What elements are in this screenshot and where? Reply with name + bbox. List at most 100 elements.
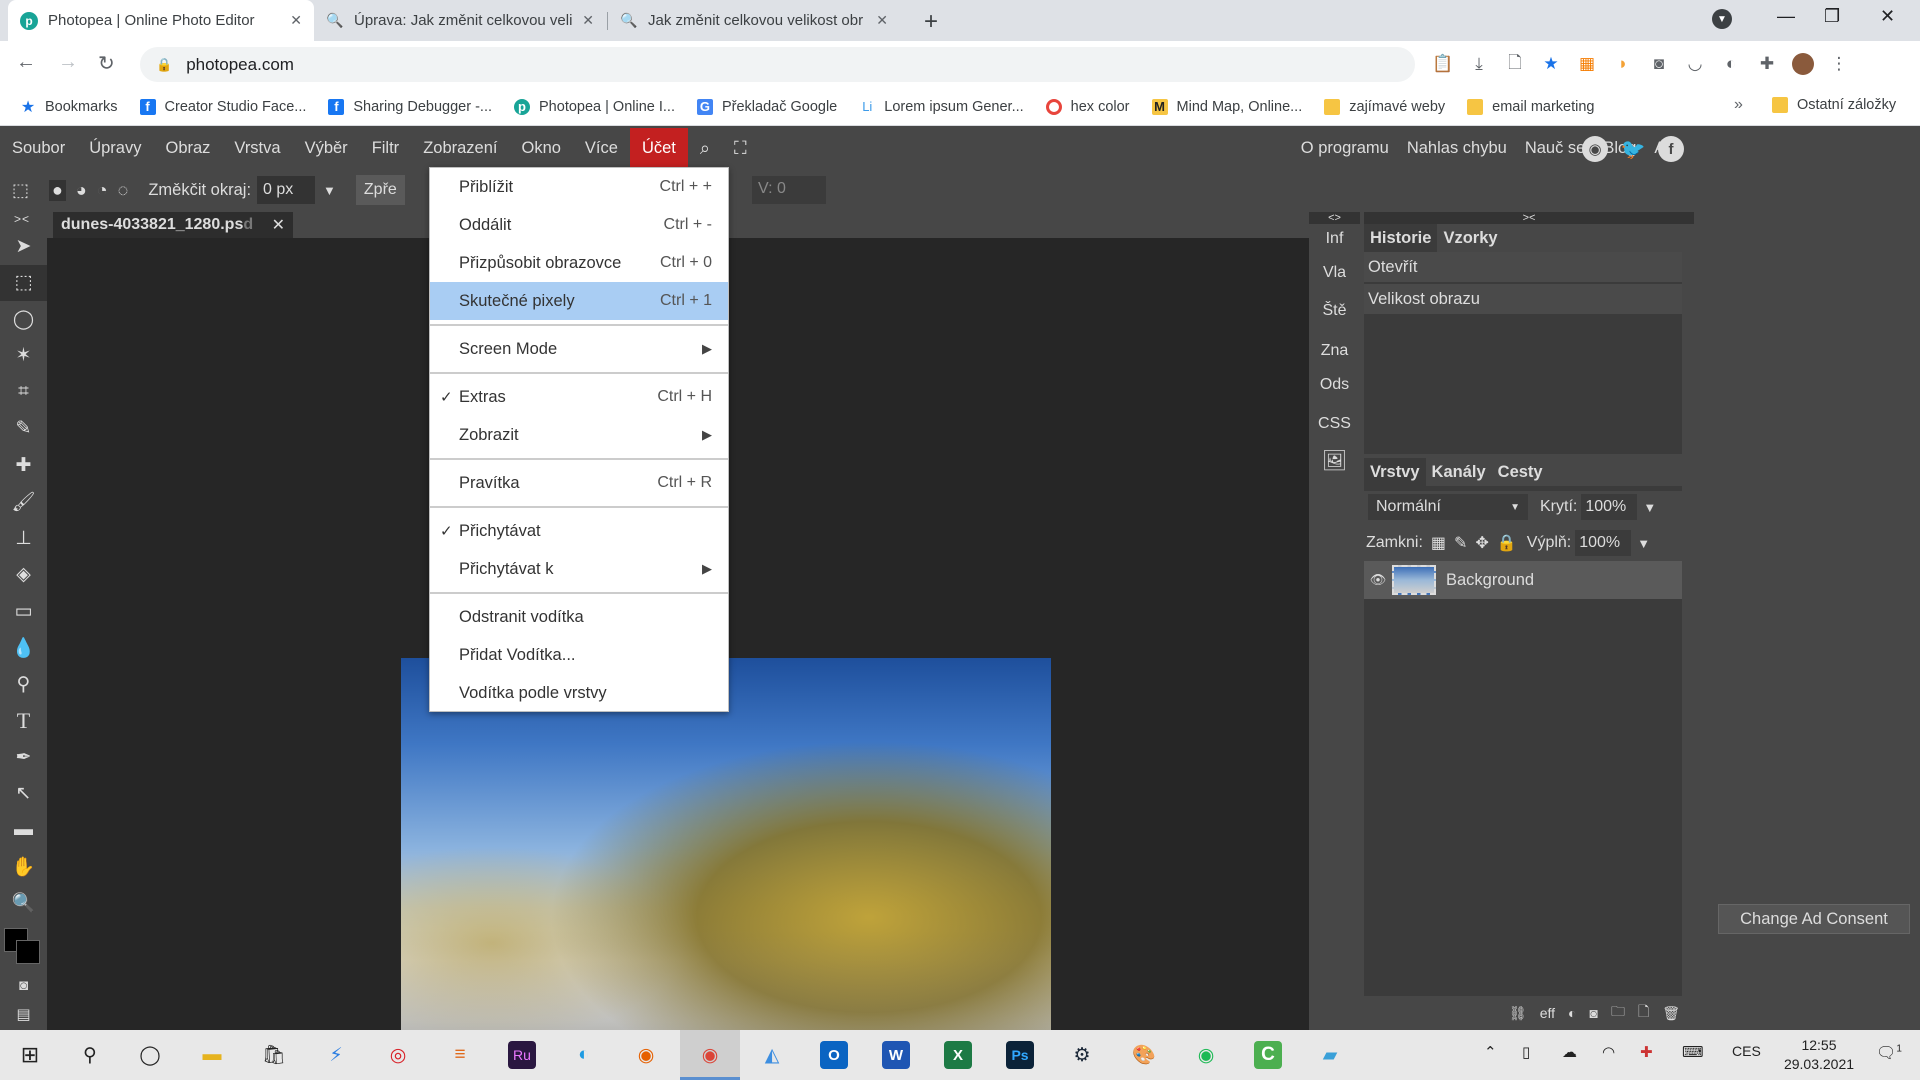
firefox-icon[interactable]: ◉ <box>632 1041 660 1069</box>
layer-mask-icon[interactable]: ◙ <box>1589 1005 1597 1021</box>
bookmark-item[interactable]: hex color <box>1045 98 1130 115</box>
lock-transparency-icon[interactable]: ▦ <box>1431 533 1446 553</box>
crop-tool-icon[interactable]: ⌗ <box>0 374 47 411</box>
other-bookmarks-folder[interactable]: Ostatní záložky <box>1772 97 1896 113</box>
menu-item-screen-mode[interactable]: Screen Mode ▶ <box>430 330 728 368</box>
reddit-icon[interactable]: ◉ <box>1582 136 1608 162</box>
tab-channels[interactable]: Kanály <box>1426 458 1492 486</box>
twitter-icon[interactable]: 🐦 <box>1620 136 1646 162</box>
menu-item-clear-guides[interactable]: Odstranit vodítka <box>430 598 728 636</box>
healing-tool-icon[interactable]: ✚ <box>0 447 47 484</box>
quick-mask-icon[interactable]: ◙ <box>0 972 47 1000</box>
dodge-tool-icon[interactable]: ⚲ <box>0 666 47 703</box>
bookmark-item[interactable]: p Photopea | Online I... <box>514 98 675 115</box>
store-icon[interactable]: 🛍 <box>260 1041 288 1069</box>
image-canvas[interactable] <box>401 658 1051 1080</box>
move-tool-icon[interactable]: ➤ <box>0 228 47 265</box>
premiere-rush-icon[interactable]: Ru <box>508 1041 536 1069</box>
address-bar[interactable]: 🔒 photopea.com <box>140 47 1415 82</box>
panel-info-button[interactable]: Inf <box>1309 230 1360 248</box>
browser-tab-jak-zmenit[interactable]: 🔍 Jak změnit celkovou velikost obr ✕ <box>608 0 900 41</box>
minimize-icon[interactable]: — <box>1777 6 1795 27</box>
magic-wand-tool-icon[interactable]: ✶ <box>0 338 47 375</box>
change-ad-consent-button[interactable]: Change Ad Consent <box>1718 904 1910 934</box>
visibility-eye-icon[interactable]: 👁 <box>1364 572 1392 588</box>
chevron-down-icon[interactable]: ▼ <box>1637 536 1650 551</box>
outlook-icon[interactable]: O <box>820 1041 848 1069</box>
wifi-icon[interactable]: ◠ <box>1602 1043 1615 1061</box>
excel-icon[interactable]: X <box>944 1041 972 1069</box>
avatar[interactable] <box>1792 53 1814 75</box>
refine-edge-button[interactable]: Zpře <box>355 175 405 205</box>
path-select-tool-icon[interactable]: ↖ <box>0 776 47 813</box>
panel-paragraph-button[interactable]: Ods <box>1309 376 1360 394</box>
menu-vice[interactable]: Více <box>573 128 630 168</box>
menu-ucet[interactable]: Účet <box>629 128 688 168</box>
bookmark-item[interactable]: M Mind Map, Online... <box>1151 98 1302 115</box>
search-icon[interactable]: ⌕ <box>688 128 722 168</box>
lasso-tool-icon[interactable]: ◯ <box>0 301 47 338</box>
steam-icon[interactable]: ⚙ <box>1068 1041 1096 1069</box>
panel-styles-button[interactable]: Ště <box>1309 302 1360 320</box>
bookmarks-overflow-button[interactable]: » <box>1734 96 1743 114</box>
layer-effects-button[interactable]: eff <box>1540 1005 1555 1021</box>
app-bolt-icon[interactable]: ⚡ <box>322 1041 350 1069</box>
mini-panel-collapse[interactable]: <> <box>1309 212 1360 224</box>
pocket-icon[interactable]: ◡ <box>1684 53 1706 75</box>
chevron-down-icon[interactable]: ▼ <box>323 183 336 198</box>
shape-tool-icon[interactable]: ▬ <box>0 812 47 849</box>
gradient-tool-icon[interactable]: ▭ <box>0 593 47 630</box>
menu-filtr[interactable]: Filtr <box>360 128 412 168</box>
close-icon[interactable]: ✕ <box>582 12 594 29</box>
camera-icon[interactable]: ◙ <box>1648 53 1670 75</box>
stamp-tool-icon[interactable]: ⊥ <box>0 520 47 557</box>
bookmark-item[interactable]: G Překladač Google <box>696 98 837 115</box>
subtract-selection-icon[interactable]: ◔ <box>97 180 108 201</box>
screen-mode-icon[interactable]: ▤ <box>0 1000 47 1028</box>
text-tool-icon[interactable]: T <box>0 703 47 740</box>
fill-input[interactable]: 100% <box>1575 530 1632 556</box>
more-menu-icon[interactable]: ⋮ <box>1828 53 1850 75</box>
adjustment-layer-icon[interactable]: ◐ <box>1568 1005 1576 1021</box>
tab-layers[interactable]: Vrstvy <box>1364 458 1426 486</box>
hand-tool-icon[interactable]: ✋ <box>0 849 47 886</box>
download-icon[interactable]: ⤓ <box>1468 53 1490 75</box>
browser-tab-uprava[interactable]: 🔍 Úprava: Jak změnit celkovou veli ✕ <box>314 0 606 41</box>
bookmark-folder[interactable]: email marketing <box>1467 98 1595 115</box>
new-tab-button[interactable]: + <box>924 8 938 36</box>
menu-vyber[interactable]: Výběr <box>293 128 360 168</box>
app-lines-icon[interactable]: ≡ <box>446 1041 474 1069</box>
menu-item-show[interactable]: Zobrazit ▶ <box>430 416 728 454</box>
menu-item-snap-to[interactable]: Přichytávat k ▶ <box>430 550 728 588</box>
facebook-icon[interactable]: f <box>1658 136 1684 162</box>
intersect-selection-icon[interactable]: ◌ <box>118 180 129 201</box>
image-icon[interactable]: 🖼 <box>1309 448 1360 473</box>
layer-item[interactable]: 👁 Background <box>1364 561 1682 599</box>
collapse-toggle[interactable]: >< <box>14 212 30 226</box>
bookmark-folder[interactable]: zajímavé weby <box>1324 98 1445 115</box>
rss-icon[interactable]: ◗ <box>1612 53 1634 75</box>
page-icon[interactable]: 🗋 <box>1504 53 1526 75</box>
photoshop-icon[interactable]: Ps <box>1006 1041 1034 1069</box>
document-tab[interactable]: dunes-4033821_1280.ps d ✕ <box>53 212 293 238</box>
menu-item-actual-pixels[interactable]: Skutečné pixely Ctrl + 1 <box>430 282 728 320</box>
eyedropper-tool-icon[interactable]: ✎ <box>0 411 47 448</box>
menu-vrstva[interactable]: Vrstva <box>222 128 292 168</box>
creative-cloud-icon[interactable]: ◎ <box>384 1041 412 1069</box>
language-indicator[interactable]: CES <box>1732 1043 1761 1059</box>
marquee-tool-icon[interactable]: ⬚ <box>0 264 47 301</box>
puzzle-icon[interactable]: ✚ <box>1756 53 1778 75</box>
app-notebook-icon[interactable]: ▰ <box>1316 1041 1344 1069</box>
delete-layer-icon[interactable]: 🗑 <box>1662 1005 1680 1022</box>
app-bird-icon[interactable]: ◭ <box>758 1041 786 1069</box>
back-icon[interactable]: ← <box>16 51 36 74</box>
fullscreen-icon[interactable]: ⛶ <box>722 128 759 168</box>
bookmark-item[interactable]: f Creator Studio Face... <box>139 98 306 115</box>
lock-position-icon[interactable]: ✥ <box>1475 533 1488 553</box>
history-item[interactable]: Velikost obrazu <box>1364 284 1682 316</box>
app-paint-icon[interactable]: 🎨 <box>1130 1041 1158 1069</box>
clipboard-icon[interactable]: 📋 <box>1432 53 1454 75</box>
analytics-icon[interactable]: ▦ <box>1576 53 1598 75</box>
lock-all-icon[interactable]: 🔒 <box>1497 533 1517 553</box>
spotify-icon[interactable]: ◉ <box>1192 1041 1220 1069</box>
